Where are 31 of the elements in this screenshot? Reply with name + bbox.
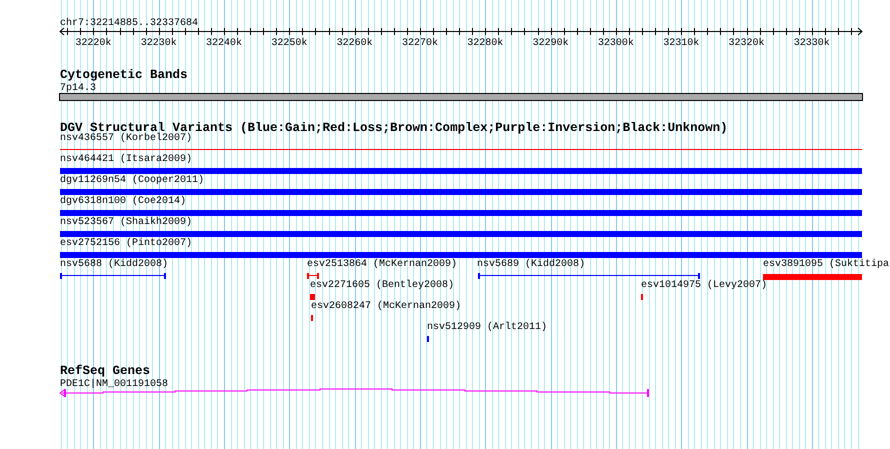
tick-label: 32240k xyxy=(206,38,242,49)
variant-label: esv2608247 (McKernan2009) xyxy=(311,301,462,312)
tick-label: 32310k xyxy=(663,38,700,49)
tick-label: 32270k xyxy=(402,38,438,49)
variant-label: esv1014975 (Levy2007) xyxy=(641,280,768,291)
variant-label: dgv11269n54 (Cooper2011) xyxy=(60,175,204,186)
variant-label: nsv523567 (Shaikh2009) xyxy=(60,217,192,228)
variant-label: nsv436557 (Korbel2007) xyxy=(60,133,192,144)
tick-label: 32280k xyxy=(467,38,504,49)
tick-label: 32300k xyxy=(598,38,634,49)
variant-label: nsv5688 (Kidd2008) xyxy=(60,259,168,270)
band-label: 7p14.3 xyxy=(60,83,96,94)
track-title: Cytogenetic Bands xyxy=(60,68,188,82)
variant-label: esv2513864 (McKernan2009) xyxy=(307,259,458,270)
tick-label: 32260k xyxy=(336,38,373,49)
ruler-title: chr7:32214885..32337684 xyxy=(60,18,198,29)
gene-label: PDE1C|NM_001191058 xyxy=(60,379,168,390)
variant-label: nsv512909 (Arlt2011) xyxy=(427,322,548,333)
variant-label: esv2271605 (Bentley2008) xyxy=(310,280,454,291)
tick-label: 32230k xyxy=(140,38,177,49)
tick-label: 32290k xyxy=(532,38,569,49)
variant-label: dgv6318n100 (Coe2014) xyxy=(60,196,186,207)
tick-label: 32330k xyxy=(794,38,830,49)
tick-label: 32320k xyxy=(728,38,765,49)
tick-label: 32220k xyxy=(75,38,112,49)
variant-label: esv2752156 (Pinto2007) xyxy=(60,238,192,249)
variant-label: esv3891095 (Suktitipa xyxy=(763,259,890,270)
tick-label: 32250k xyxy=(271,38,308,49)
track-title: RefSeq Genes xyxy=(60,364,150,378)
variant-label: nsv5689 (Kidd2008) xyxy=(477,259,586,270)
variant-label: nsv464421 (Itsara2009) xyxy=(60,154,192,165)
